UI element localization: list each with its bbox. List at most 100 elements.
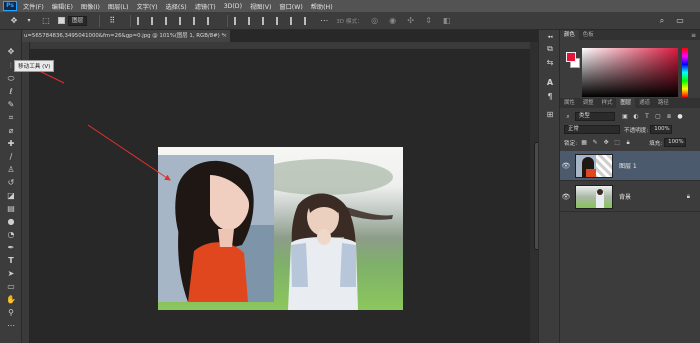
menu-image[interactable]: 图像(I) bbox=[81, 2, 100, 11]
lock-artboard-icon[interactable]: ⬚ bbox=[613, 139, 621, 146]
distribute-bottom-icon[interactable] bbox=[262, 16, 270, 25]
menu-select[interactable]: 选择(S) bbox=[166, 2, 187, 11]
auto-select-target-dropdown[interactable]: 图层 bbox=[68, 15, 88, 26]
tab-styles[interactable]: 样式 bbox=[598, 98, 617, 108]
align-middle-icon[interactable] bbox=[193, 16, 201, 25]
smart-object-filter-icon[interactable]: ⧈ bbox=[665, 113, 673, 120]
document-tab[interactable]: u=565784836,3495041000&fm=26&gp=0.jpg @ … bbox=[22, 30, 230, 42]
distribute-top-icon[interactable] bbox=[234, 16, 242, 25]
blend-mode-dropdown[interactable]: 正常 bbox=[564, 125, 620, 134]
lock-image-icon[interactable]: ✎ bbox=[591, 139, 599, 146]
tab-channels[interactable]: 通道 bbox=[635, 98, 654, 108]
gradient-tool-icon[interactable]: ▤ bbox=[4, 204, 18, 214]
shape-filter-icon[interactable]: ▢ bbox=[654, 113, 662, 120]
fill-input[interactable]: 100% bbox=[664, 138, 687, 147]
pixel-filter-icon[interactable]: ▣ bbox=[621, 113, 629, 120]
align-left-icon[interactable] bbox=[137, 16, 145, 25]
align-bottom-icon[interactable] bbox=[207, 16, 215, 25]
show-transform-controls-icon[interactable]: ⠿ bbox=[106, 15, 118, 27]
history-brush-tool-icon[interactable]: ↺ bbox=[4, 178, 18, 188]
crop-tool-icon[interactable]: ⌗ bbox=[4, 113, 18, 123]
rectangle-tool-icon[interactable]: ▭ bbox=[4, 282, 18, 292]
hue-slider[interactable] bbox=[682, 48, 688, 97]
eraser-tool-icon[interactable]: ◪ bbox=[4, 191, 18, 201]
menu-file[interactable]: 文件(F) bbox=[23, 2, 44, 11]
opacity-input[interactable]: 100% bbox=[650, 125, 673, 134]
visibility-eye-icon[interactable]: 👁︎ bbox=[560, 193, 572, 201]
align-center-icon[interactable] bbox=[151, 16, 159, 25]
align-top-icon[interactable] bbox=[179, 16, 187, 25]
layer-name[interactable]: 背景 bbox=[619, 192, 631, 201]
distribute-right-icon[interactable] bbox=[304, 16, 312, 25]
collapse-icon[interactable]: ◂◂ bbox=[544, 32, 556, 42]
move-tool-preset-icon[interactable]: ✥ bbox=[8, 15, 20, 27]
distribute-center-icon[interactable] bbox=[290, 16, 298, 25]
healing-brush-tool-icon[interactable]: ✚ bbox=[4, 139, 18, 149]
actions-icon[interactable]: ⇆ bbox=[544, 58, 556, 68]
blur-tool-icon[interactable]: ● bbox=[4, 217, 18, 227]
menu-help[interactable]: 帮助(H) bbox=[311, 2, 333, 11]
history-icon[interactable]: ⧉ bbox=[544, 44, 556, 54]
edit-toolbar-icon[interactable]: ⋯ bbox=[4, 321, 18, 331]
3d-slide-icon[interactable]: ⇕ bbox=[423, 15, 435, 27]
lock-all-icon[interactable]: 🔒︎ bbox=[624, 139, 632, 146]
panel-menu-icon[interactable]: ≡ bbox=[691, 32, 696, 39]
3d-pan-icon[interactable]: ✣ bbox=[405, 15, 417, 27]
auto-select-checkbox[interactable] bbox=[58, 17, 65, 24]
lock-transparent-icon[interactable]: ▦ bbox=[580, 139, 588, 146]
type-filter-icon[interactable]: T bbox=[643, 113, 651, 120]
zoom-tool-icon[interactable]: ⚲ bbox=[4, 308, 18, 318]
adjustment-filter-icon[interactable]: ◐ bbox=[632, 113, 640, 120]
clone-stamp-tool-icon[interactable]: ♙ bbox=[4, 165, 18, 175]
align-right-icon[interactable] bbox=[165, 16, 173, 25]
menu-view[interactable]: 视图(V) bbox=[250, 2, 271, 11]
vertical-scrollbar[interactable] bbox=[530, 42, 540, 343]
lasso-tool-icon[interactable]: ℓ bbox=[4, 87, 18, 97]
filter-toggle-icon[interactable]: ● bbox=[676, 113, 684, 120]
tab-swatches[interactable]: 色板 bbox=[579, 30, 598, 40]
visibility-eye-icon[interactable]: 👁︎ bbox=[560, 162, 572, 170]
tab-layers[interactable]: 图层 bbox=[616, 98, 636, 108]
3d-roll-icon[interactable]: ◉ bbox=[387, 15, 399, 27]
vertical-ruler[interactable] bbox=[22, 42, 30, 343]
pen-tool-icon[interactable]: ✒ bbox=[4, 243, 18, 253]
layer-row-background[interactable]: 👁︎ 背景 🔒︎ bbox=[560, 182, 700, 212]
menu-filter[interactable]: 滤镜(T) bbox=[195, 2, 216, 11]
quick-select-tool-icon[interactable]: ✎ bbox=[4, 100, 18, 110]
hand-tool-icon[interactable]: ✋ bbox=[4, 295, 18, 305]
tab-properties[interactable]: 属性 bbox=[560, 98, 579, 108]
distribute-middle-icon[interactable] bbox=[248, 16, 256, 25]
distribute-left-icon[interactable] bbox=[276, 16, 284, 25]
eyedropper-tool-icon[interactable]: ⌀ bbox=[4, 126, 18, 136]
document-image[interactable] bbox=[158, 147, 403, 310]
path-selection-tool-icon[interactable]: ➤ bbox=[4, 269, 18, 279]
search-icon[interactable]: ⌕ bbox=[656, 15, 668, 27]
properties-icon[interactable]: ⊞ bbox=[544, 110, 556, 120]
color-picker-field[interactable] bbox=[582, 48, 678, 97]
canvas-area[interactable] bbox=[30, 50, 530, 343]
foreground-color-swatch[interactable] bbox=[566, 52, 576, 62]
layer-name[interactable]: 图层 1 bbox=[619, 161, 637, 170]
menu-type[interactable]: 文字(Y) bbox=[137, 2, 158, 11]
more-options-icon[interactable]: ⋯ bbox=[318, 15, 330, 27]
close-icon[interactable]: × bbox=[222, 30, 227, 42]
3d-orbit-icon[interactable]: ◎ bbox=[369, 15, 381, 27]
horizontal-ruler[interactable] bbox=[22, 42, 530, 50]
tab-adjustments[interactable]: 调整 bbox=[579, 98, 598, 108]
lock-position-icon[interactable]: ✥ bbox=[602, 139, 610, 146]
auto-select-icon[interactable]: ⬚ bbox=[40, 15, 52, 27]
tab-paths[interactable]: 路径 bbox=[654, 98, 673, 108]
marquee-tool-icon[interactable]: ⬭ bbox=[4, 74, 18, 84]
menu-edit[interactable]: 编辑(E) bbox=[52, 2, 73, 11]
paragraph-icon[interactable]: ¶ bbox=[544, 92, 556, 102]
layer-row-layer-1[interactable]: 👁︎ 图层 1 bbox=[560, 151, 700, 181]
3d-scale-icon[interactable]: ◧ bbox=[441, 15, 453, 27]
menu-window[interactable]: 窗口(W) bbox=[279, 2, 302, 11]
workspace-icon[interactable]: ▭ bbox=[674, 15, 686, 27]
chevron-down-icon[interactable]: ▾ bbox=[26, 15, 32, 27]
menu-3d[interactable]: 3D(D) bbox=[224, 3, 242, 10]
tab-color[interactable]: 颜色 bbox=[560, 30, 579, 40]
move-tool-icon[interactable]: ✥ bbox=[4, 47, 18, 57]
kind-filter-dropdown[interactable]: 类型 bbox=[575, 112, 615, 121]
character-icon[interactable]: A bbox=[544, 78, 556, 88]
